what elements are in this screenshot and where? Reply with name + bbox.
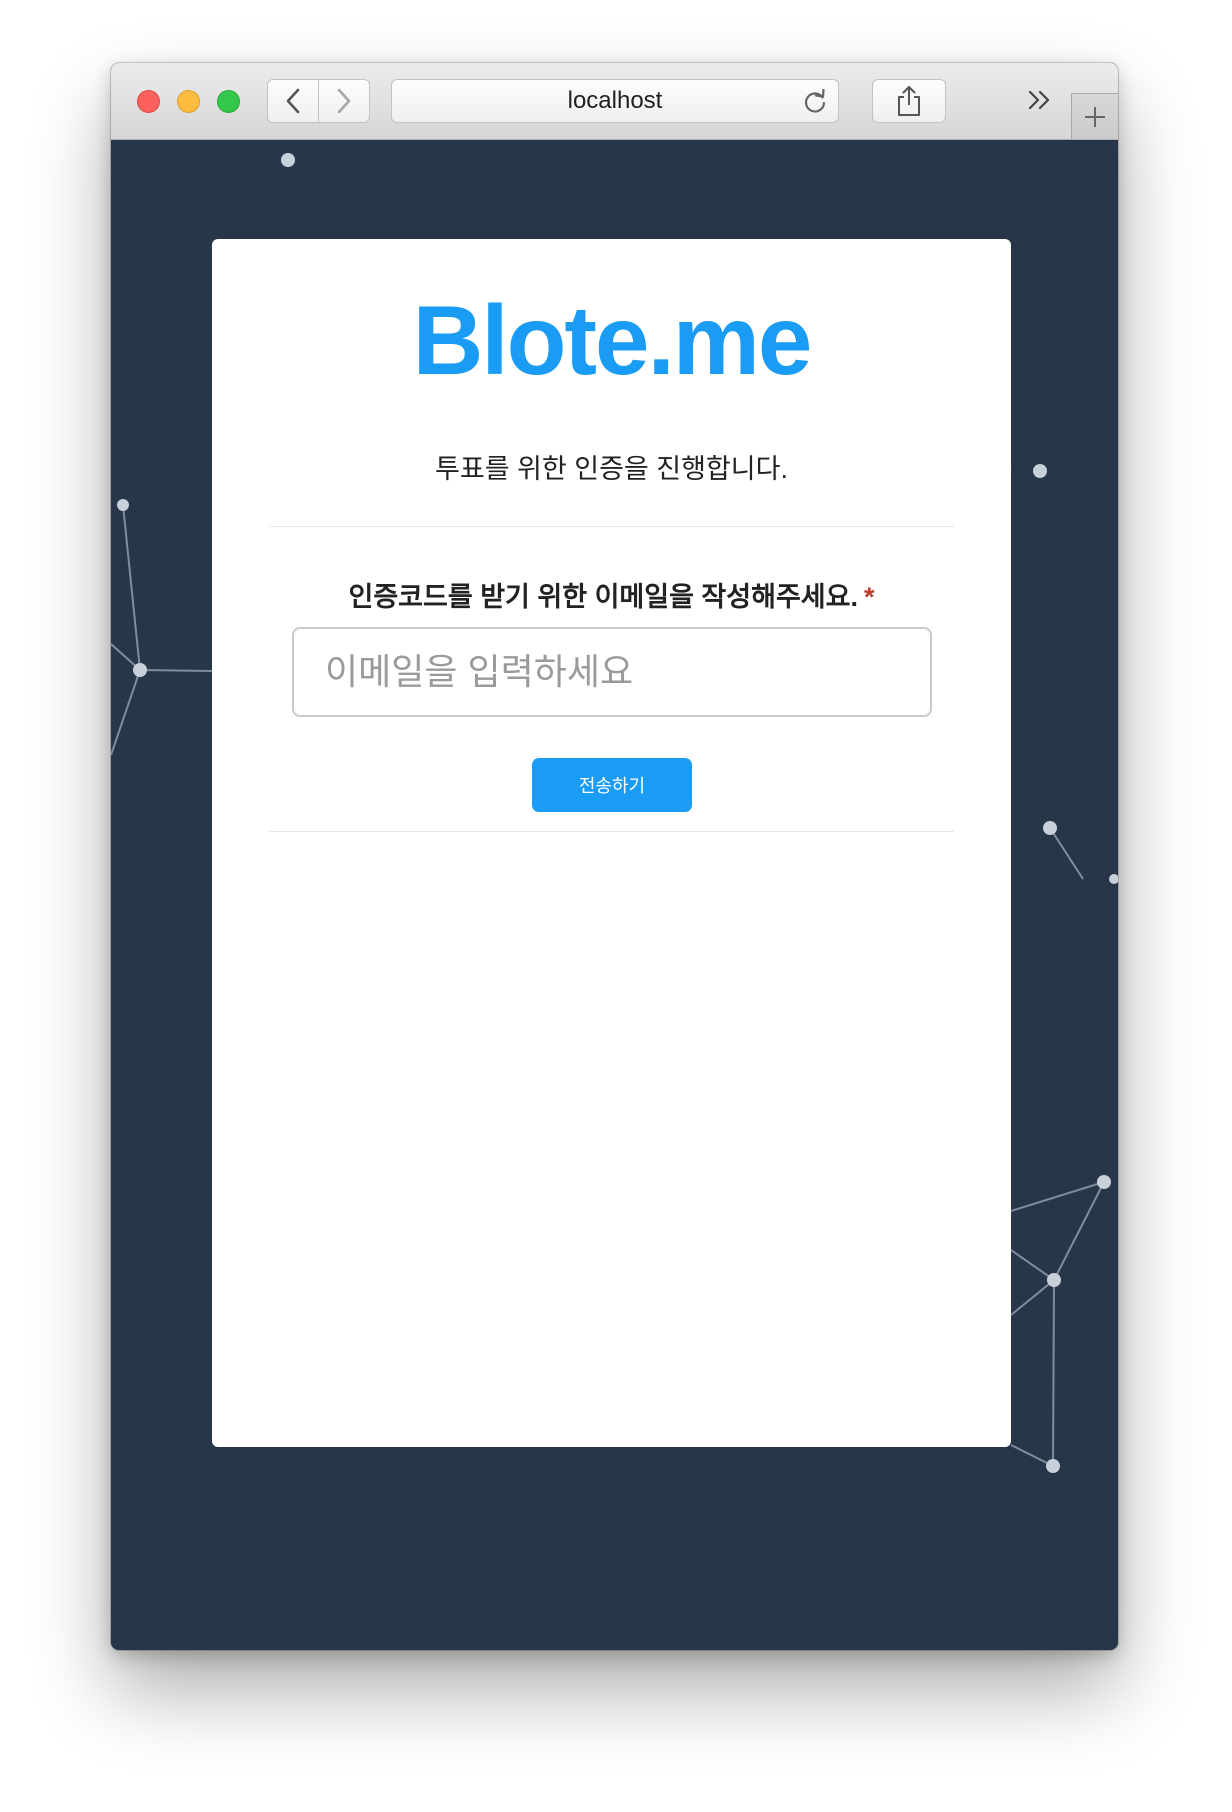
auth-card: Blote.me 투표를 위한 인증을 진행합니다. 인증코드를 받기 위한 이… xyxy=(212,239,1011,1447)
chevron-right-icon xyxy=(337,88,351,114)
submit-button[interactable]: 전송하기 xyxy=(532,758,692,812)
back-button[interactable] xyxy=(267,79,319,123)
email-label-text: 인증코드를 받기 위한 이메일을 작성해주세요. xyxy=(348,582,858,612)
close-window-button[interactable] xyxy=(137,90,160,113)
minimize-window-button[interactable] xyxy=(177,90,200,113)
zoom-window-button[interactable] xyxy=(217,90,240,113)
plus-icon xyxy=(1085,106,1105,127)
reload-icon[interactable] xyxy=(802,89,828,115)
share-icon xyxy=(898,86,920,116)
share-button[interactable] xyxy=(872,79,946,123)
screenshot-stage: localhost Blote.me 투표를 위한 인증을 진행합니다. 인증코… xyxy=(0,0,1232,1812)
address-bar[interactable]: localhost xyxy=(391,79,839,123)
email-input[interactable] xyxy=(292,627,932,717)
email-field-label: 인증코드를 받기 위한 이메일을 작성해주세요. * xyxy=(212,575,1011,614)
required-marker: * xyxy=(863,582,875,612)
chevron-left-icon xyxy=(286,88,300,114)
forward-button[interactable] xyxy=(318,79,370,123)
divider xyxy=(269,526,954,527)
browser-window: localhost Blote.me 투표를 위한 인증을 진행합니다. 인증코… xyxy=(111,63,1118,1650)
page-viewport: Blote.me 투표를 위한 인증을 진행합니다. 인증코드를 받기 위한 이… xyxy=(111,140,1118,1650)
brand-logo[interactable]: Blote.me xyxy=(212,284,1011,397)
address-text: localhost xyxy=(567,87,663,114)
new-tab-button[interactable] xyxy=(1071,93,1118,139)
double-chevron-right-icon[interactable] xyxy=(1027,89,1053,111)
divider xyxy=(269,831,954,832)
browser-toolbar: localhost xyxy=(111,63,1118,140)
auth-subtitle: 투표를 위한 인증을 진행합니다. xyxy=(435,454,788,484)
